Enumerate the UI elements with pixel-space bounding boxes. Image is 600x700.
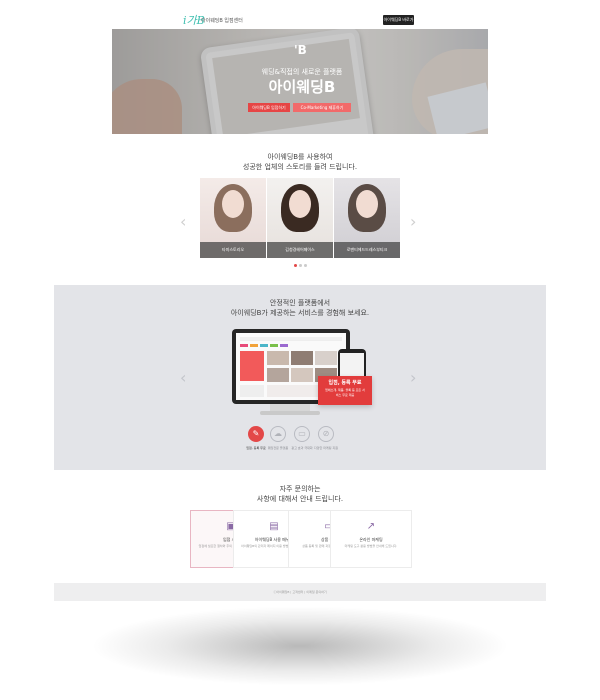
faq-card[interactable]: ↗ 온라인 마케팅 마케팅 도구 활용 방법을 안내해 드립니다. bbox=[330, 510, 412, 568]
co-marketing-button[interactable]: Co-Marketing 제휴하기 bbox=[293, 103, 351, 112]
faq-heading-line2: 사항에 대해서 안내 드립니다. bbox=[256, 495, 344, 503]
brand-logo[interactable]: i가B 아이웨딩B 입점센터 bbox=[183, 14, 253, 28]
logo-text: 아이웨딩B 입점센터 bbox=[201, 18, 243, 24]
screen-topbar bbox=[240, 337, 342, 341]
screen-tab bbox=[280, 344, 288, 347]
promo-title: 입점, 등록 무료 bbox=[328, 380, 362, 386]
screen-tab bbox=[250, 344, 258, 347]
portrait-face bbox=[222, 190, 244, 218]
story-card[interactable]: 김청경헤어페이스 bbox=[267, 178, 333, 258]
stories-heading: 아이웨딩B를 사용하여 성공한 업체의 스토리를 들려 드립니다. bbox=[0, 152, 600, 172]
screen-thumb bbox=[267, 368, 289, 382]
cloud-icon: ☁ bbox=[270, 426, 286, 442]
faq-heading-line1: 자주 문의하는 bbox=[279, 485, 321, 493]
screen-block bbox=[240, 385, 264, 397]
monitor-base bbox=[260, 411, 320, 415]
chevron-right-icon[interactable]: › bbox=[410, 370, 416, 386]
portrait-face bbox=[289, 190, 311, 218]
screen-thumb bbox=[291, 351, 313, 365]
join-button[interactable]: 아이웨딩B 입점하기 bbox=[248, 103, 290, 112]
ban-icon: ⊘ bbox=[318, 426, 334, 442]
top-link-button[interactable]: 아이웨딩B 바로가기 bbox=[383, 15, 414, 32]
chevron-left-icon[interactable]: ‹ bbox=[180, 370, 186, 386]
screen-thumb bbox=[267, 351, 289, 365]
story-caption: 김청경헤어페이스 bbox=[267, 242, 333, 258]
chat-icon: ▭ bbox=[294, 426, 310, 442]
chevron-left-icon[interactable]: ‹ bbox=[180, 214, 186, 230]
faq-heading: 자주 문의하는 사항에 대해서 안내 드립니다. bbox=[0, 484, 600, 504]
platform-heading: 안정적인 플랫폼에서 아이웨딩B가 제공하는 서비스를 경험해 보세요. bbox=[0, 298, 600, 318]
feature-marketing-support[interactable]: ⊘ 다양한 마케팅 지원 bbox=[311, 426, 341, 451]
carousel-dot[interactable] bbox=[299, 264, 302, 267]
screen-tab bbox=[270, 344, 278, 347]
screen-banner bbox=[240, 351, 264, 381]
screen-tab bbox=[240, 344, 248, 347]
story-card[interactable]: 타미스토리오 bbox=[200, 178, 266, 258]
promo-card: 입점, 등록 무료 업체소개, 제품, 블록 등 모든 서비스 무료 제공 bbox=[318, 376, 372, 405]
chevron-right-icon[interactable]: › bbox=[410, 214, 416, 230]
story-card[interactable]: 로맨티에드드레스부티크 bbox=[334, 178, 400, 258]
feature-label: 다양한 마케팅 지원 bbox=[314, 446, 338, 450]
tag-icon: ✎ bbox=[248, 426, 264, 442]
platform-heading-line2: 아이웨딩B가 제공하는 서비스를 경험해 보세요. bbox=[230, 309, 370, 317]
hero-title: 아이웨딩B bbox=[268, 78, 336, 96]
footer: ⓒ아이웨딩B | 고객센터 | 이메일 문의하기 bbox=[54, 583, 546, 601]
stories-heading-line1: 아이웨딩B를 사용하여 bbox=[267, 153, 333, 161]
screen-thumb bbox=[291, 368, 313, 382]
platform-heading-line1: 안정적인 플랫폼에서 bbox=[269, 299, 331, 307]
chart-icon: ↗ bbox=[366, 521, 376, 532]
portrait-face bbox=[356, 190, 378, 218]
stories-heading-line2: 성공한 업체의 스토리를 들려 드립니다. bbox=[242, 163, 358, 171]
screen-thumb bbox=[315, 351, 337, 365]
carousel-dot[interactable] bbox=[294, 264, 297, 267]
story-caption: 타미스토리오 bbox=[200, 242, 266, 258]
faq-title: 온라인 마케팅 bbox=[359, 537, 383, 542]
hero-badge: 'B bbox=[294, 43, 307, 57]
carousel-dot[interactable] bbox=[304, 264, 307, 267]
drop-shadow bbox=[90, 606, 510, 686]
story-caption: 로맨티에드드레스부티크 bbox=[334, 242, 400, 258]
hero-banner: 'B 웨딩&직접의 새로운 플랫폼 아이웨딩B 아이웨딩B 입점하기 Co-Ma… bbox=[112, 29, 488, 134]
promo-desc: 업체소개, 제품, 블록 등 모든 서비스 무료 제공 bbox=[325, 388, 365, 397]
screen-tab bbox=[260, 344, 268, 347]
faq-desc: 마케팅 도구 활용 방법을 안내해 드립니다. bbox=[344, 544, 398, 548]
building-icon: ▤ bbox=[269, 521, 279, 532]
